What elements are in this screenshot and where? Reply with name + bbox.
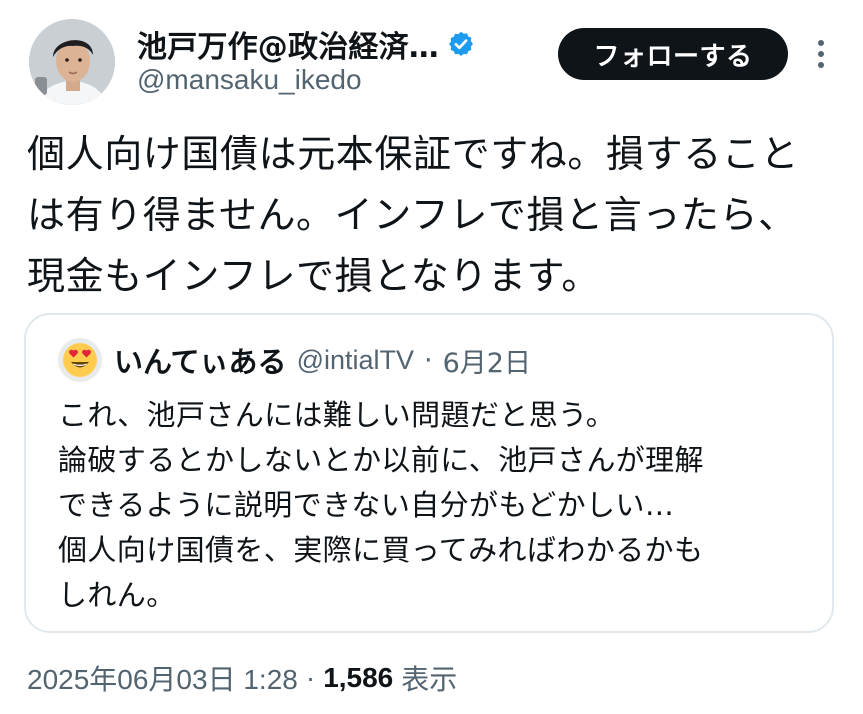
author-handle[interactable]: @mansaku_ikedo — [137, 64, 362, 96]
view-count: 1,586 — [323, 662, 394, 693]
view-label: 表示 — [401, 664, 458, 695]
author-avatar-image — [29, 19, 115, 105]
quoted-author-handle[interactable]: @intialTV — [297, 345, 414, 376]
verified-badge-icon — [447, 30, 475, 58]
tweet-body-text: 個人向け国債は元本保証ですね。損すること は有り得ません。インフレで損と言ったら… — [27, 132, 800, 298]
quoted-author-name[interactable]: いんてぃある — [114, 339, 287, 381]
meta-separator: · — [305, 662, 316, 693]
tweet-meta: 2025年06月03日 1:28 · 1,586 表示 — [27, 656, 457, 700]
quoted-tweet-header: いんてぃある @intialTV · 6月2日 — [58, 337, 531, 383]
more-vertical-icon[interactable] — [806, 34, 836, 74]
author-display-name[interactable]: 池戸万作@政治経済… — [137, 22, 439, 66]
follow-button[interactable]: フォローする — [558, 28, 788, 80]
quoted-tweet-text: これ、池戸さんには難しい問題だと思う。 論破するとかしないとか以前に、池戸さんが… — [58, 398, 704, 612]
quoted-date[interactable]: 6月2日 — [443, 341, 531, 380]
tweet-header: 池戸万作@政治経済… @mansaku_ikedo フォローする — [0, 0, 863, 120]
author-avatar[interactable] — [29, 19, 115, 105]
quoted-separator: · — [424, 344, 433, 376]
quoted-tweet-card[interactable]: いんてぃある @intialTV · 6月2日 これ、池戸さんには難しい問題だと… — [24, 313, 834, 633]
author-name-row: 池戸万作@政治経済… — [137, 22, 475, 66]
tweet-timestamp[interactable]: 2025年06月03日 1:28 — [27, 658, 298, 698]
heart-eyes-emoji-icon[interactable] — [58, 338, 102, 382]
